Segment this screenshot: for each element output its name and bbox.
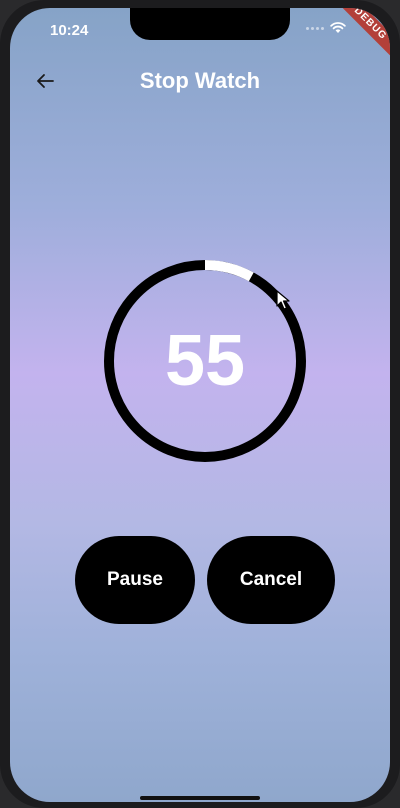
home-indicator[interactable] [140,796,260,800]
app-screen: 10:24 DEBUG Stop Watch 55 Pause Cancel [10,8,390,802]
timer-value: 55 [164,321,246,401]
signal-dots-icon [306,26,324,30]
device-frame: 10:24 DEBUG Stop Watch 55 Pause Cancel [0,0,400,808]
mouse-cursor-icon [276,290,290,310]
debug-banner: DEBUG [330,8,390,64]
pause-button[interactable]: Pause [75,536,195,624]
device-notch [130,8,290,40]
status-icons [306,22,346,34]
status-time: 10:24 [50,22,89,39]
page-title: Stop Watch [139,68,261,93]
cancel-button[interactable]: Cancel [207,536,335,624]
app-bar: Stop Watch [10,60,390,100]
wifi-icon [330,22,346,33]
